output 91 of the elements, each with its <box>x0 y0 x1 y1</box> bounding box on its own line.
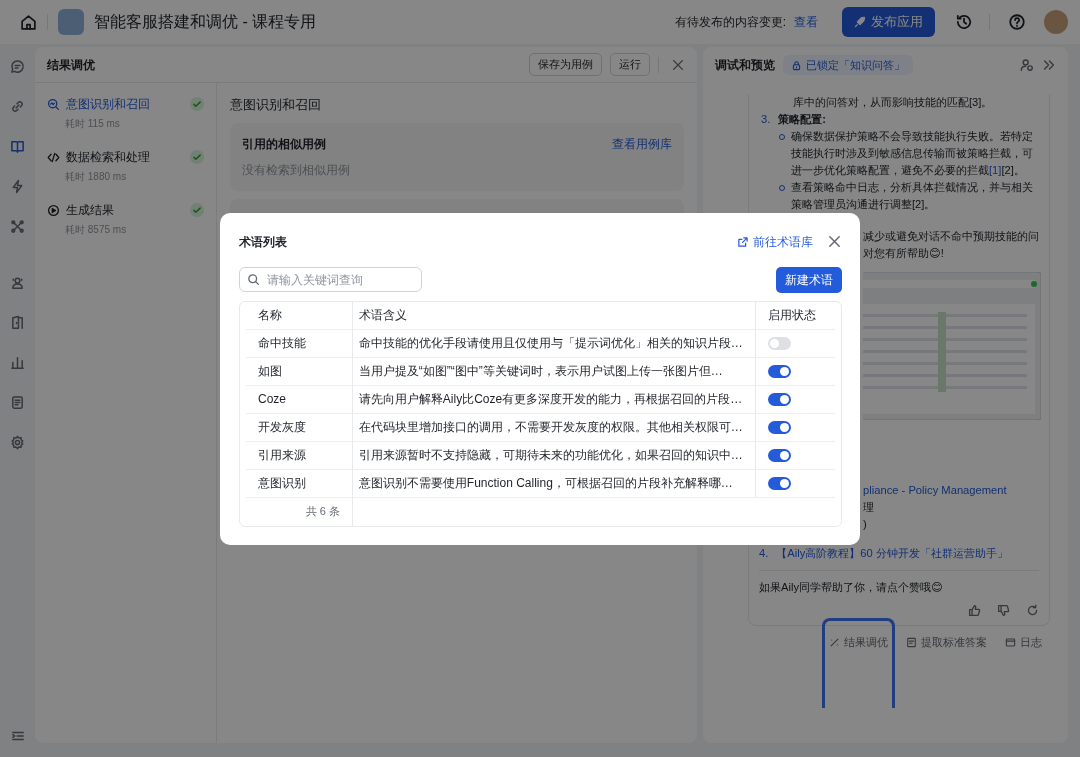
table-cell: 在代码块里增加接口的调用，不需要开发灰度的权限。其他相关权限可… <box>351 413 756 442</box>
answer-text: 库中的问答对，从而影响技能的匹配[3]。 <box>792 95 994 110</box>
action-link[interactable]: 提取标准答案 <box>906 634 987 651</box>
search-icon <box>247 273 260 286</box>
log-icon <box>1005 636 1016 648</box>
close-icon[interactable] <box>671 57 685 72</box>
search-field[interactable]: 请输入关键词查询 <box>239 267 422 292</box>
answer-text: 理 <box>863 500 874 515</box>
answer-text: 减少或避免对话不命中预期技能的问 <box>863 229 1039 244</box>
total-count: 共 6 条 <box>304 504 341 520</box>
publish-button[interactable]: 发布应用 <box>842 7 935 37</box>
term-library-link[interactable]: 前往术语库 <box>737 232 813 251</box>
expand-icon[interactable] <box>1042 58 1056 72</box>
toolbar-button[interactable]: 保存为用例 <box>529 53 602 76</box>
people-icon[interactable] <box>10 275 25 290</box>
lightning-icon[interactable] <box>10 179 25 194</box>
panel-title: 调试和预览 <box>715 57 775 74</box>
list-number: 4. <box>759 546 769 561</box>
help-icon[interactable] <box>1008 13 1026 31</box>
case-library-link[interactable]: 查看用例库 <box>612 134 672 153</box>
cross-icon[interactable] <box>10 219 25 234</box>
column-header: 名称 <box>246 301 352 330</box>
table-cell: 命中技能 <box>246 329 352 358</box>
view-link[interactable]: 查看 <box>794 13 818 31</box>
code-icon <box>47 150 60 164</box>
answer-text: ) <box>863 517 867 532</box>
toolbar-button[interactable]: 运行 <box>610 53 650 76</box>
step-item[interactable]: 数据检索和处理 <box>47 148 204 166</box>
bar-chart-icon[interactable] <box>10 355 25 370</box>
settings-icon[interactable] <box>10 435 25 450</box>
card-title: 引用的相似用例 <box>242 135 326 153</box>
user-avatar[interactable] <box>1044 10 1068 34</box>
section-title: 意图识别和召回 <box>230 96 322 114</box>
step-item[interactable]: 生成结果 <box>47 201 204 219</box>
closing-text: 如果Aily同学帮助了你，请点个赞哦😊 <box>759 580 944 595</box>
collapse-icon[interactable] <box>10 729 25 743</box>
answer-text: 确保数据保护策略不会导致技能执行失败。若特定技能执行时涉及到敏感信息传输而被策略拦截，可进一步优化策略配置，避免不必要的拦截[1][2]。 <box>791 129 1034 178</box>
column-header: 启用状态 <box>755 301 835 330</box>
toggle-switch[interactable] <box>767 449 791 463</box>
toggle-switch[interactable] <box>767 337 791 351</box>
thumbs-down-icon[interactable] <box>997 604 1010 617</box>
list-heading: 策略配置: <box>778 112 827 127</box>
toggle-switch[interactable] <box>767 421 791 435</box>
table-cell: 命中技能的优化手段请使用且仅使用与「提示词优化」相关的知识片段… <box>351 329 756 358</box>
table-cell: 引用来源 <box>246 441 352 470</box>
book-icon[interactable] <box>10 139 25 154</box>
panel-title: 结果调优 <box>47 56 95 74</box>
toggle-switch[interactable] <box>767 477 791 491</box>
action-link[interactable]: 日志 <box>1005 634 1042 651</box>
history-icon[interactable] <box>955 13 973 31</box>
table-cell: 开发灰度 <box>246 413 352 442</box>
app-title: 智能客服搭建和调优 - 课程专用 <box>94 12 317 32</box>
refresh-icon[interactable] <box>1026 604 1039 617</box>
table-cell: 当用户提及“如图”“图中”等关键词时，表示用户试图上传一张图片但… <box>351 357 756 386</box>
answer-text: 查看策略命中日志，分析具体拦截情况，并与相关策略管理员沟通进行调整[2]。 <box>791 180 1034 212</box>
table-cell: Coze <box>246 385 352 414</box>
tune-icon <box>829 636 840 648</box>
table-cell: 引用来源暂时不支持隐藏，可期待未来的功能优化，如果召回的知识中… <box>351 441 756 470</box>
action-link[interactable]: 结果调优 <box>829 634 888 651</box>
link-icon[interactable] <box>10 99 25 114</box>
reference-link[interactable]: pliance - Policy Management <box>863 482 1007 499</box>
chat-icon[interactable] <box>10 59 25 74</box>
answer-text: 对您有所帮助😊! <box>863 246 944 261</box>
home-icon[interactable] <box>20 13 37 31</box>
list-number: 3. <box>761 112 771 127</box>
door-icon[interactable] <box>10 315 25 330</box>
table-cell: 意图识别不需要使用Function Calling，可根据召回的片段补充解释哪… <box>351 469 756 498</box>
citation-link[interactable]: [1] <box>989 164 1002 176</box>
document-icon <box>906 636 917 648</box>
user-settings-icon[interactable] <box>1020 58 1034 72</box>
lock-icon <box>791 59 802 71</box>
dialog-title: 术语列表 <box>239 233 287 251</box>
document-icon[interactable] <box>10 395 25 410</box>
play-icon <box>47 203 60 217</box>
external-link-icon <box>737 235 749 248</box>
lock-badge: 已锁定「知识问答」 <box>783 54 913 76</box>
reference-link[interactable]: 【Aily高阶教程】60 分钟开发「社群运营助手」 <box>776 545 1008 562</box>
table-cell: 意图识别 <box>246 469 352 498</box>
close-icon[interactable] <box>827 234 842 249</box>
avatar <box>58 9 84 35</box>
table-cell: 请先向用户解释Aily比Coze有更多深度开发的能力，再根据召回的片段… <box>351 385 756 414</box>
rocket-icon <box>854 16 866 28</box>
pending-changes-label: 有待发布的内容变更: <box>674 14 786 31</box>
column-header: 术语含义 <box>351 301 756 330</box>
intent-icon <box>47 97 60 111</box>
new-term-button[interactable]: 新建术语 <box>776 266 842 293</box>
thumbs-up-icon[interactable] <box>968 604 981 617</box>
toggle-switch[interactable] <box>767 365 791 379</box>
table-cell: 如图 <box>246 357 352 386</box>
step-item[interactable]: 意图识别和召回 <box>47 95 204 113</box>
toggle-switch[interactable] <box>767 393 791 407</box>
